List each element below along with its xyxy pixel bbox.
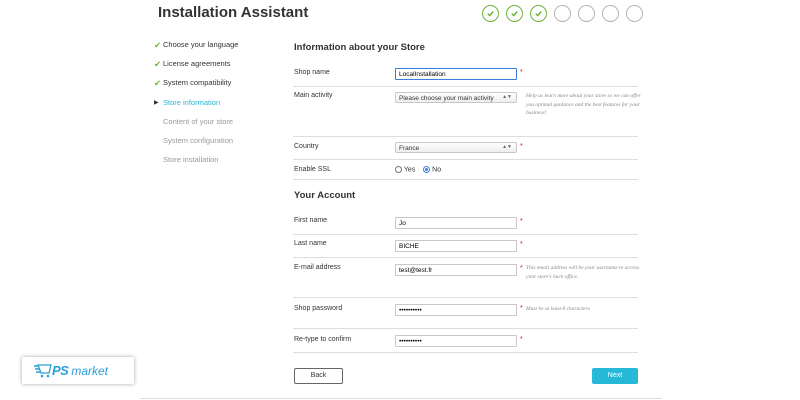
email-help: This email address will be your username…: [526, 265, 640, 280]
main-activity-select[interactable]: Please choose your main activity ▲▼: [395, 92, 517, 103]
required-marker: *: [520, 143, 523, 150]
ssl-yes-label[interactable]: Yes: [404, 166, 415, 173]
checkmark-icon: ✔: [154, 78, 162, 89]
logo-market-text: market: [71, 363, 109, 378]
page-title: Installation Assistant: [158, 4, 309, 21]
divider: [293, 179, 638, 180]
check-icon: [511, 11, 518, 17]
step-indicator-1: [482, 5, 499, 22]
shop-name-label: Shop name: [294, 69, 330, 76]
email-input[interactable]: test@test.fr: [395, 264, 517, 276]
ssl-no-radio[interactable]: [423, 166, 431, 173]
country-value: France: [399, 144, 420, 152]
shop-name-input[interactable]: LocalInstallation: [395, 68, 517, 80]
divider: [293, 159, 638, 160]
main-activity-help: Help us learn more about your store so w…: [526, 93, 641, 116]
divider: [293, 136, 638, 137]
main-activity-label: Main activity: [294, 92, 333, 99]
sidebar-item-store-information: ▶ Store information: [154, 97, 221, 107]
required-marker: *: [520, 241, 523, 248]
divider: [293, 234, 638, 235]
account-section-heading: Your Account: [294, 190, 356, 201]
required-marker: *: [520, 265, 523, 272]
divider: [293, 352, 638, 353]
divider: [293, 257, 638, 258]
required-marker: *: [520, 336, 523, 343]
required-marker: *: [520, 69, 523, 76]
sidebar-item-compatibility: ✔ System compatibility: [154, 78, 232, 89]
progress-steps: [482, 5, 643, 22]
last-name-label: Last name: [294, 240, 327, 247]
sidebar-item-license: ✔ License agreements: [154, 59, 231, 70]
ssl-yes-radio[interactable]: [395, 166, 402, 173]
sidebar-item-configuration: System configuration: [163, 135, 234, 145]
password-input[interactable]: ••••••••••: [395, 304, 517, 316]
back-button[interactable]: Back: [294, 368, 343, 384]
sidebar-steps: ✔ Choose your language ✔ License agreement…: [154, 39, 284, 173]
check-icon: [487, 11, 494, 17]
step-indicator-6: [602, 5, 619, 22]
divider: [293, 297, 638, 298]
psmarket-logo: PS market: [22, 357, 134, 384]
step-indicator-4: [554, 5, 571, 22]
country-select[interactable]: France ▲▼: [395, 142, 517, 153]
required-marker: *: [520, 218, 523, 225]
divider: [293, 328, 638, 329]
sidebar-item-content: Content of your store: [163, 116, 234, 126]
ssl-no-label[interactable]: No: [432, 166, 441, 173]
sidebar-item-language: ✔ Choose your language: [154, 40, 239, 50]
main-activity-value: Please choose your main activity: [399, 94, 494, 102]
logo-ps-text: PS: [52, 363, 69, 378]
dropdown-arrows-icon: ▲▼: [502, 144, 512, 150]
ssl-radio-group: Yes No: [395, 166, 441, 173]
footer-divider: [140, 398, 662, 399]
step-indicator-3: [530, 5, 547, 22]
sidebar-item-installation: Store installation: [163, 155, 219, 165]
next-button[interactable]: Next: [592, 368, 638, 384]
last-name-input[interactable]: BICHE: [395, 240, 517, 252]
checkmark-icon: ✔: [154, 59, 162, 70]
dropdown-arrows-icon: ▲▼: [502, 94, 512, 100]
step-indicator-2: [506, 5, 523, 22]
divider: [293, 86, 638, 87]
step-indicator-7: [626, 5, 643, 22]
store-section-heading: Information about your Store: [294, 42, 425, 53]
confirm-password-label: Re-type to confirm: [294, 336, 352, 343]
check-icon: [535, 11, 542, 17]
cart-icon: [34, 363, 52, 377]
first-name-label: First name: [294, 217, 328, 224]
step-indicator-5: [578, 5, 595, 22]
email-label: E-mail address: [294, 264, 341, 271]
bullet-arrow-icon: ▶: [154, 99, 159, 106]
password-label: Shop password: [294, 305, 343, 312]
first-name-input[interactable]: Jo: [395, 217, 517, 229]
country-label: Country: [294, 143, 319, 150]
confirm-password-input[interactable]: ••••••••••: [395, 335, 517, 347]
required-marker: *: [520, 305, 523, 312]
checkmark-icon: ✔: [154, 40, 162, 50]
ssl-label: Enable SSL: [294, 166, 331, 173]
password-help: Must be at least 8 characters: [526, 306, 591, 312]
